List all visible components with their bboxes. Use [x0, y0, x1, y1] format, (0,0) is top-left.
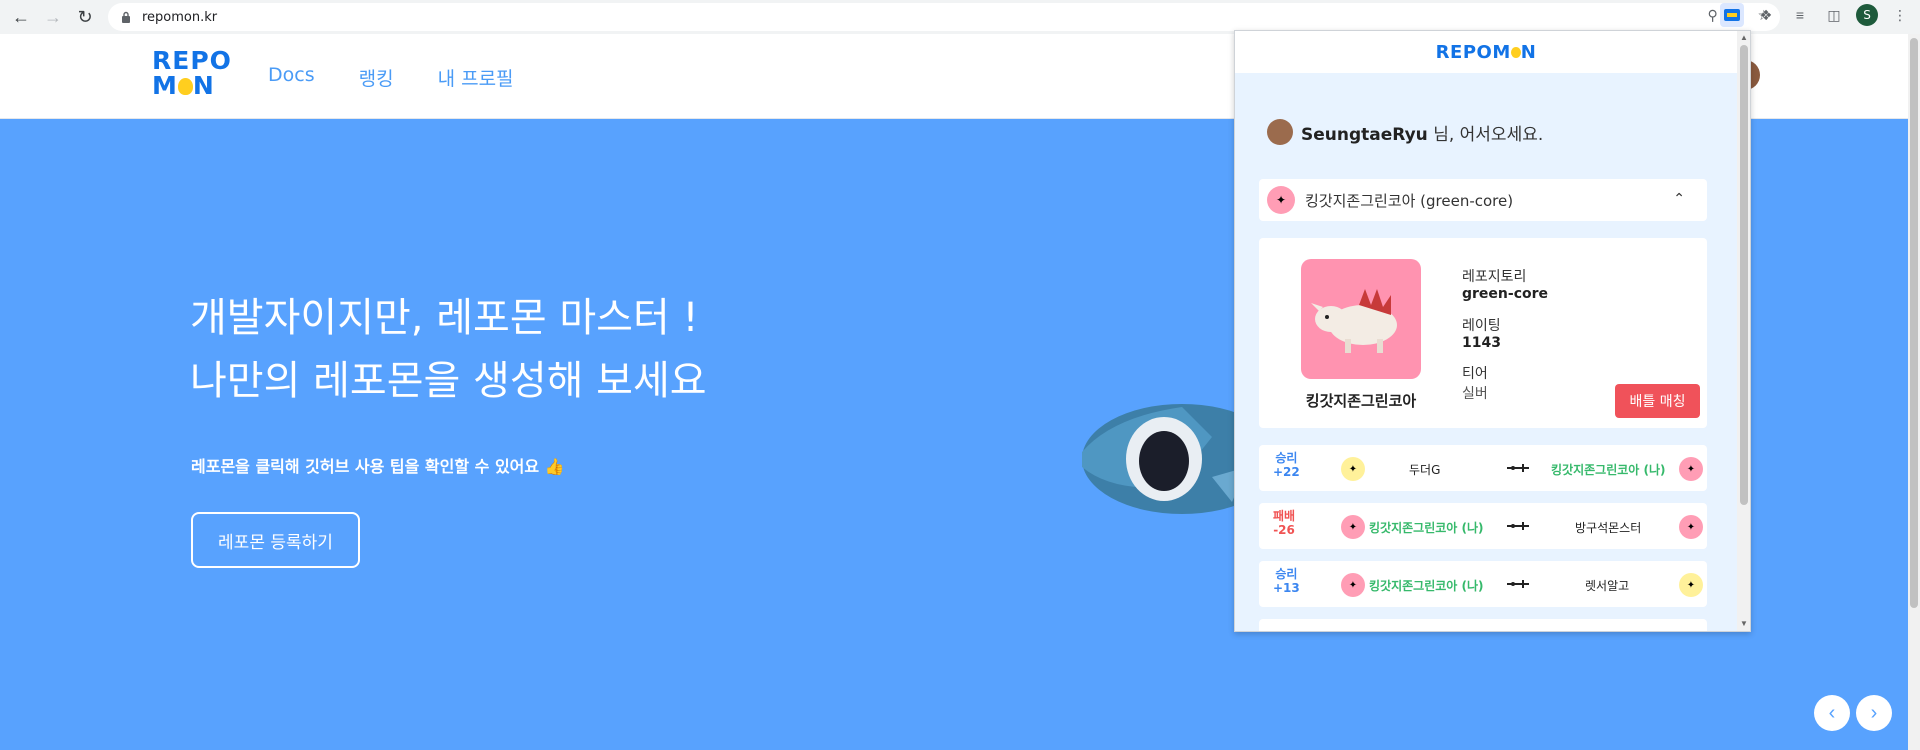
back-arrow-icon[interactable]: ←	[6, 2, 36, 32]
popup-logo: REPOM N	[1435, 41, 1537, 63]
match-history-item[interactable]	[1259, 619, 1707, 631]
sword-icon	[1507, 522, 1529, 530]
my-repomon-avatar-icon: ✦	[1679, 457, 1703, 481]
main-nav: Docs 랭킹 내 프로필	[268, 64, 514, 91]
match-result: 승리 +22	[1273, 451, 1300, 479]
lock-icon	[120, 11, 132, 23]
tier-info: 티어 실버	[1462, 366, 1488, 402]
popup-header: REPOM N	[1235, 31, 1737, 73]
reload-icon[interactable]: ↻	[70, 2, 100, 32]
page-scrollbar-thumb[interactable]	[1910, 38, 1918, 608]
opponent-name: 방구석몬스터	[1575, 521, 1642, 535]
nav-my-profile[interactable]: 내 프로필	[438, 64, 514, 91]
zoom-icon[interactable]: ⚲	[1707, 7, 1717, 24]
tier-value: 실버	[1462, 386, 1488, 402]
match-history-item[interactable]: 승리 +22 ✦ 두더G 킹갓지존그린코아 (나) ✦	[1259, 445, 1707, 491]
repomon-image	[1301, 259, 1421, 379]
nav-docs[interactable]: Docs	[268, 64, 315, 91]
greeting-text: 님, 어서오세요.	[1427, 124, 1544, 145]
chevron-up-icon: ⌃	[1673, 190, 1685, 206]
opponent-avatar-icon: ✦	[1679, 515, 1703, 539]
sword-icon	[1507, 464, 1529, 472]
opponent-avatar-icon: ✦	[1679, 573, 1703, 597]
match-history-item[interactable]: 승리 +13 ✦ 킹갓지존그린코아 (나) 렛서알고 ✦	[1259, 561, 1707, 607]
address-bar[interactable]: repomon.kr ⚲ ⇗ ☆	[108, 3, 1780, 31]
greeting: SeungtaeRyu 님, 어서오세요.	[1267, 119, 1543, 145]
extensions-puzzle-icon[interactable]: ❖	[1754, 3, 1778, 27]
rating-value: 1143	[1462, 335, 1501, 351]
opponent-name: 두더G	[1409, 463, 1441, 477]
popup-scrollbar-thumb[interactable]	[1740, 45, 1748, 505]
my-repomon-name: 킹갓지존그린코아 (나)	[1369, 579, 1484, 593]
match-result: 승리 +13	[1273, 567, 1300, 595]
browser-toolbar: ← → ↻ repomon.kr ⚲ ⇗ ☆ ❖ ≡ ◫ S ⋮	[0, 0, 1920, 34]
url-text: repomon.kr	[142, 9, 218, 25]
opponent-avatar-icon: ✦	[1341, 457, 1365, 481]
scroll-up-arrow-icon[interactable]: ▲	[1740, 33, 1748, 42]
my-repomon-name: 킹갓지존그린코아 (나)	[1369, 521, 1484, 535]
profile-avatar[interactable]: S	[1856, 4, 1878, 26]
battle-matching-button[interactable]: 배틀 매칭	[1615, 384, 1700, 418]
popup-content: REPOM N SeungtaeRyu 님, 어서오세요. ✦ 킹갓지존그린코아 …	[1235, 31, 1737, 631]
match-result: 패배 -26	[1273, 509, 1296, 537]
page-scrollbar[interactable]	[1908, 34, 1920, 750]
scroll-down-arrow-icon[interactable]: ▼	[1740, 619, 1748, 628]
match-history-item[interactable]: 패배 -26 ✦ 킹갓지존그린코아 (나) 방구석몬스터 ✦	[1259, 503, 1707, 549]
username: SeungtaeRyu	[1301, 124, 1428, 145]
my-repomon-avatar-icon: ✦	[1341, 515, 1365, 539]
repomon-avatar-icon: ✦	[1267, 186, 1295, 214]
logo-dot-icon	[1510, 46, 1521, 58]
nav-ranking[interactable]: 랭킹	[359, 64, 394, 91]
repomon-logo[interactable]: REPO MN	[152, 48, 231, 102]
rating-info: 레이팅 1143	[1462, 318, 1501, 351]
logo-dot-icon	[177, 78, 193, 95]
repo-info: 레포지토리 green-core	[1462, 269, 1549, 302]
side-panel-icon[interactable]: ◫	[1822, 3, 1846, 27]
selected-repo-label: 킹갓지존그린코아 (green-core)	[1305, 191, 1514, 210]
hero-title: 개발자이지만, 레포몬 마스터 ! 나만의 레포몬을 생성해 보세요	[190, 295, 707, 404]
carousel-prev-button[interactable]: ‹	[1814, 695, 1850, 731]
user-avatar	[1267, 119, 1293, 145]
opponent-name: 렛서알고	[1585, 579, 1630, 593]
my-repomon-name: 킹갓지존그린코아 (나)	[1551, 463, 1666, 477]
popup-scrollbar[interactable]: ▲ ▼	[1737, 31, 1750, 631]
repomon-card: 킹갓지존그린코아 레포지토리 green-core 레이팅 1143 티어 실버…	[1259, 238, 1707, 428]
extension-popup: REPOM N SeungtaeRyu 님, 어서오세요. ✦ 킹갓지존그린코아 …	[1234, 30, 1751, 632]
reading-list-icon[interactable]: ≡	[1788, 3, 1812, 27]
my-repomon-avatar-icon: ✦	[1341, 573, 1365, 597]
repo-select-dropdown[interactable]: ✦ 킹갓지존그린코아 (green-core) ⌃	[1259, 179, 1707, 221]
register-repomon-button[interactable]: 레포몬 등록하기	[191, 512, 360, 568]
menu-kebab-icon[interactable]: ⋮	[1888, 3, 1912, 27]
sword-icon	[1507, 580, 1529, 588]
forward-arrow-icon[interactable]: →	[38, 2, 68, 32]
repomon-extension-icon[interactable]	[1720, 3, 1744, 27]
carousel-next-button[interactable]: ›	[1856, 695, 1892, 731]
repomon-name: 킹갓지존그린코아	[1305, 392, 1417, 410]
repo-name-value: green-core	[1462, 286, 1549, 302]
hero-subtitle: 레포몬을 클릭해 깃허브 사용 팁을 확인할 수 있어요 👍	[191, 457, 565, 476]
